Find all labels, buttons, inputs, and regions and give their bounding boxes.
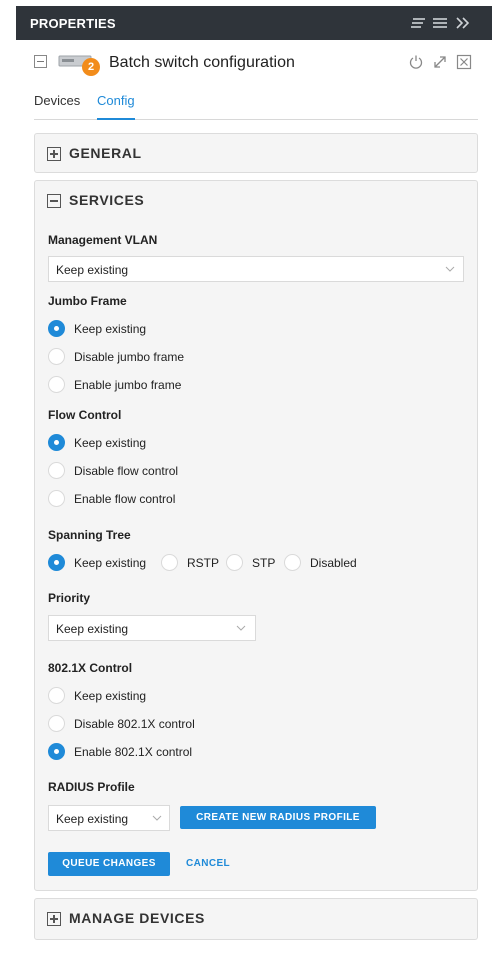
tab-devices[interactable]: Devices bbox=[34, 93, 80, 120]
management-vlan-select[interactable]: Keep existing bbox=[48, 256, 464, 282]
radius-profile-label: RADIUS Profile bbox=[48, 780, 135, 794]
priority-value: Keep existing bbox=[56, 622, 129, 636]
general-section: GENERAL bbox=[34, 133, 478, 173]
plus-box-icon bbox=[47, 147, 61, 161]
management-vlan-value: Keep existing bbox=[56, 263, 129, 277]
priority-label: Priority bbox=[48, 591, 91, 605]
cancel-link[interactable]: CANCEL bbox=[186, 858, 230, 869]
tab-config[interactable]: Config bbox=[97, 93, 135, 120]
device-row: 2 Batch switch configuration bbox=[34, 50, 480, 80]
chevron-down-icon bbox=[152, 815, 162, 821]
management-vlan-label: Management VLAN bbox=[48, 233, 158, 247]
radius-profile-value: Keep existing bbox=[56, 812, 129, 826]
plus-box-icon bbox=[47, 912, 61, 926]
general-section-label: GENERAL bbox=[69, 145, 142, 161]
dot1x-control-label: 802.1X Control bbox=[48, 661, 133, 675]
device-count-badge: 2 bbox=[82, 58, 100, 76]
device-name: Batch switch configuration bbox=[109, 54, 295, 71]
priority-select[interactable]: Keep existing bbox=[48, 615, 256, 641]
queue-changes-button[interactable]: QUEUE CHANGES bbox=[48, 852, 170, 876]
manage-devices-section-label: MANAGE DEVICES bbox=[69, 910, 205, 926]
spanning-tree-label: Spanning Tree bbox=[48, 528, 131, 542]
minus-box-icon bbox=[47, 194, 61, 208]
power-icon[interactable] bbox=[408, 54, 424, 70]
chevron-down-icon bbox=[445, 266, 455, 272]
properties-header: PROPERTIES bbox=[16, 6, 492, 40]
jumbo-frame-label: Jumbo Frame bbox=[48, 294, 127, 308]
tab-bar: Devices Config bbox=[34, 93, 478, 120]
collapse-panel-icon[interactable] bbox=[454, 14, 472, 32]
manage-devices-section: MANAGE DEVICES bbox=[34, 898, 478, 940]
close-box-icon[interactable] bbox=[456, 54, 472, 70]
panel-title: PROPERTIES bbox=[30, 16, 116, 31]
sort-icon[interactable] bbox=[409, 14, 427, 32]
menu-icon[interactable] bbox=[431, 14, 449, 32]
services-section: SERVICES Management VLAN Keep existing J… bbox=[34, 180, 478, 891]
radius-profile-select[interactable]: Keep existing bbox=[48, 805, 170, 831]
flow-control-label: Flow Control bbox=[48, 408, 122, 422]
chevron-down-icon bbox=[236, 625, 246, 631]
expand-icon[interactable] bbox=[432, 54, 448, 70]
services-section-label: SERVICES bbox=[69, 192, 145, 208]
create-radius-profile-button[interactable]: CREATE NEW RADIUS PROFILE bbox=[180, 806, 376, 829]
minus-box-icon[interactable] bbox=[34, 55, 47, 68]
